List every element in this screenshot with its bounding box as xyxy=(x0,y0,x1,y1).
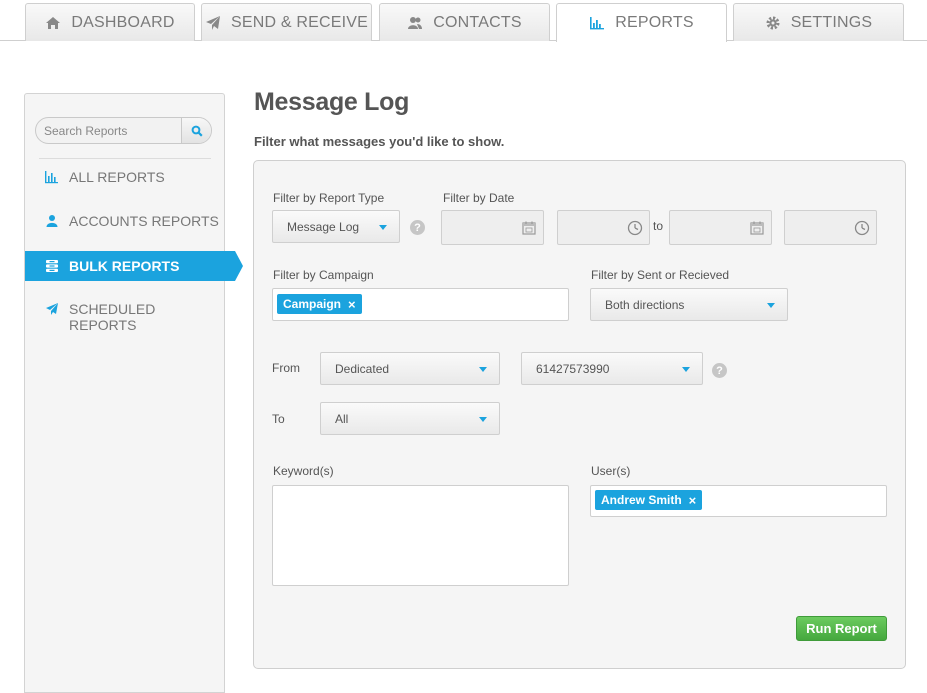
from-type-value: Dedicated xyxy=(335,361,390,376)
tab-send-receive-label: SEND & RECEIVE xyxy=(230,13,369,31)
sidebar-item-label: ALL REPORTS xyxy=(69,169,165,185)
search-reports xyxy=(35,117,212,144)
chevron-down-icon xyxy=(379,225,387,230)
start-date-field[interactable] xyxy=(441,210,544,245)
sidebar-divider xyxy=(39,158,211,159)
remove-tag-icon[interactable]: × xyxy=(689,493,697,508)
tab-settings-label: SETTINGS xyxy=(790,13,873,31)
from-help-icon[interactable]: ? xyxy=(712,363,727,378)
clock-icon xyxy=(854,220,870,236)
sidebar-item-label: BULK REPORTS xyxy=(69,258,180,274)
search-reports-input[interactable] xyxy=(36,118,182,143)
chevron-down-icon xyxy=(682,367,690,372)
campaign-tag-label: Campaign xyxy=(283,297,342,311)
campaign-tag: Campaign × xyxy=(277,294,362,314)
from-number-select[interactable]: 61427573990 xyxy=(521,352,703,385)
remove-tag-icon[interactable]: × xyxy=(348,297,356,312)
sidebar-item-bulk-reports[interactable]: BULK REPORTS xyxy=(25,251,243,281)
user-tag-label: Andrew Smith xyxy=(601,493,682,507)
end-date-field[interactable] xyxy=(669,210,772,245)
run-report-button[interactable]: Run Report xyxy=(796,616,887,641)
chevron-down-icon xyxy=(479,367,487,372)
date-filter-label: Filter by Date xyxy=(443,191,515,205)
report-type-help-icon[interactable]: ? xyxy=(410,220,425,235)
tab-dashboard[interactable]: DASHBOARD xyxy=(25,3,195,41)
clock-icon xyxy=(627,220,643,236)
tab-send-receive[interactable]: SEND & RECEIVE xyxy=(201,3,372,41)
sidebar-item-label: ACCOUNTS REPORTS xyxy=(69,213,219,229)
to-select[interactable]: All xyxy=(320,402,500,435)
user-tag: Andrew Smith × xyxy=(595,490,703,510)
sidebar-item-label: SCHEDULED REPORTS xyxy=(69,301,156,333)
search-icon xyxy=(191,125,203,137)
users-label: User(s) xyxy=(591,464,631,478)
user-icon xyxy=(46,215,58,227)
main-tab-bar: DASHBOARD SEND & RECEIVE CONTACTS REPORT… xyxy=(0,0,927,42)
sidebar-item-all-reports[interactable]: ALL REPORTS xyxy=(25,162,224,192)
users-tag-input[interactable]: Andrew Smith × xyxy=(590,485,887,517)
report-type-label: Filter by Report Type xyxy=(273,191,385,205)
users-icon xyxy=(408,16,423,29)
page-subtitle: Filter what messages you'd like to show. xyxy=(254,134,505,149)
bar-chart-icon xyxy=(45,171,58,184)
tab-reports-label: REPORTS xyxy=(615,14,694,31)
from-type-select[interactable]: Dedicated xyxy=(320,352,500,385)
end-time-field[interactable] xyxy=(784,210,877,245)
tab-contacts[interactable]: CONTACTS xyxy=(379,3,550,41)
page-title: Message Log xyxy=(254,88,410,116)
reports-sidebar: ALL REPORTS ACCOUNTS REPORTS BULK REPORT… xyxy=(24,93,243,693)
calendar-icon xyxy=(750,221,764,235)
direction-select[interactable]: Both directions xyxy=(590,288,788,321)
sidebar-item-scheduled-reports[interactable]: SCHEDULED REPORTS xyxy=(25,294,224,333)
chevron-down-icon xyxy=(767,303,775,308)
tab-reports[interactable]: REPORTS xyxy=(556,3,727,42)
tab-settings[interactable]: SETTINGS xyxy=(733,3,904,41)
date-to-label: to xyxy=(653,219,664,233)
home-icon xyxy=(46,16,61,29)
tab-dashboard-label: DASHBOARD xyxy=(71,13,175,31)
sidebar-item-accounts-reports[interactable]: ACCOUNTS REPORTS xyxy=(25,206,224,236)
stack-icon xyxy=(46,260,58,272)
gear-icon xyxy=(766,16,780,29)
report-type-value: Message Log xyxy=(287,219,360,234)
direction-filter-label: Filter by Sent or Recieved xyxy=(591,268,730,282)
to-value: All xyxy=(335,411,349,426)
to-label: To xyxy=(272,412,285,426)
direction-value: Both directions xyxy=(605,297,685,312)
keywords-textarea[interactable] xyxy=(272,485,569,586)
chevron-down-icon xyxy=(479,417,487,422)
paper-plane-icon xyxy=(205,15,220,30)
campaign-filter-label: Filter by Campaign xyxy=(273,268,374,282)
calendar-icon xyxy=(522,221,536,235)
tab-contacts-label: CONTACTS xyxy=(433,13,522,31)
search-button[interactable] xyxy=(181,118,211,143)
bar-chart-icon xyxy=(590,17,605,30)
start-time-field[interactable] xyxy=(557,210,650,245)
campaign-tag-input[interactable]: Campaign × xyxy=(272,288,569,321)
keywords-label: Keyword(s) xyxy=(273,464,334,478)
paper-plane-icon xyxy=(46,303,58,315)
from-number-value: 61427573990 xyxy=(536,361,610,376)
from-label: From xyxy=(272,361,300,375)
report-type-select[interactable]: Message Log xyxy=(272,210,400,243)
